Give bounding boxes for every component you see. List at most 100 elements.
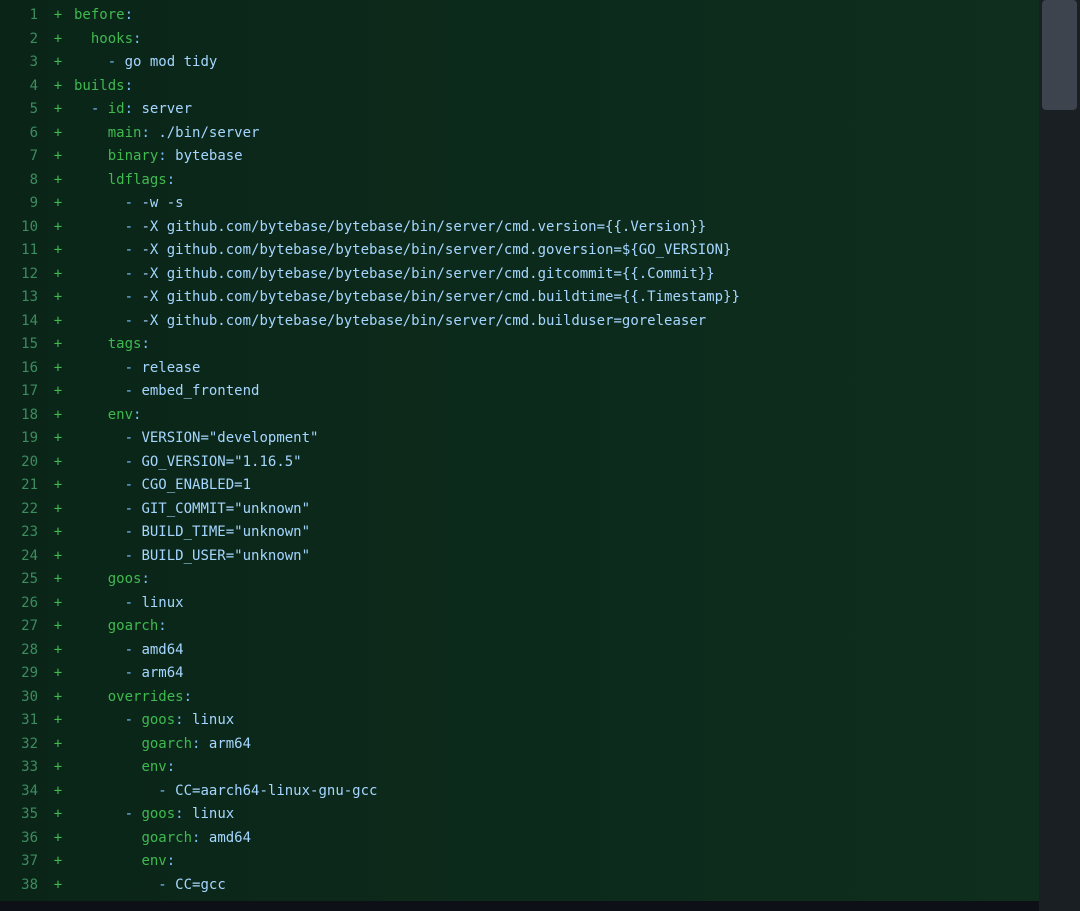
code-token — [74, 101, 91, 117]
diff-marker-added: + — [48, 756, 68, 780]
code-token — [74, 31, 91, 47]
code-line[interactable]: - -X github.com/bytebase/bytebase/bin/se… — [74, 310, 1039, 334]
code-line[interactable]: - CC=gcc — [74, 874, 1039, 898]
code-token: -X github.com/bytebase/bytebase/bin/serv… — [141, 219, 706, 235]
code-token: - — [125, 195, 133, 211]
diff-marker-added: + — [48, 498, 68, 522]
code-token: tags — [108, 336, 142, 352]
diff-marker-added: + — [48, 803, 68, 827]
code-token: overrides — [108, 689, 184, 705]
line-number: 23 — [4, 521, 38, 545]
code-line[interactable]: - GO_VERSION="1.16.5" — [74, 451, 1039, 475]
code-token — [200, 736, 208, 752]
code-token: linux — [192, 712, 234, 728]
code-line[interactable]: - -X github.com/bytebase/bytebase/bin/se… — [74, 286, 1039, 310]
code-token: GIT_COMMIT="unknown" — [141, 501, 310, 517]
code-token: VERSION="development" — [141, 430, 318, 446]
diff-marker-added: + — [48, 380, 68, 404]
diff-marker-added: + — [48, 51, 68, 75]
code-line[interactable]: - id: server — [74, 98, 1039, 122]
diff-marker-added: + — [48, 474, 68, 498]
code-line[interactable]: - BUILD_USER="unknown" — [74, 545, 1039, 569]
code-line[interactable]: - GIT_COMMIT="unknown" — [74, 498, 1039, 522]
code-line[interactable]: tags: — [74, 333, 1039, 357]
code-token: goos — [141, 806, 175, 822]
code-line[interactable]: - CC=aarch64-linux-gnu-gcc — [74, 780, 1039, 804]
code-line[interactable]: hooks: — [74, 28, 1039, 52]
code-line[interactable]: builds: — [74, 75, 1039, 99]
code-line[interactable]: - embed_frontend — [74, 380, 1039, 404]
code-token: hooks — [91, 31, 133, 47]
code-line[interactable]: - release — [74, 357, 1039, 381]
code-line[interactable]: - BUILD_TIME="unknown" — [74, 521, 1039, 545]
code-token: : — [158, 618, 166, 634]
line-number: 36 — [4, 827, 38, 851]
code-token: BUILD_TIME="unknown" — [141, 524, 310, 540]
code-token: amd64 — [209, 830, 251, 846]
code-token — [74, 689, 108, 705]
code-token: env — [141, 759, 166, 775]
code-line[interactable]: - -X github.com/bytebase/bytebase/bin/se… — [74, 216, 1039, 240]
code-line[interactable]: - goos: linux — [74, 709, 1039, 733]
code-token: goarch — [141, 736, 192, 752]
diff-marker-added: + — [48, 357, 68, 381]
code-token — [74, 642, 125, 658]
code-line[interactable]: env: — [74, 756, 1039, 780]
code-line[interactable]: env: — [74, 404, 1039, 428]
code-token: : — [184, 689, 192, 705]
line-number: 7 — [4, 145, 38, 169]
code-token: : — [175, 712, 183, 728]
code-line[interactable]: - arm64 — [74, 662, 1039, 686]
code-token — [167, 783, 175, 799]
code-line[interactable]: - goos: linux — [74, 803, 1039, 827]
line-number: 14 — [4, 310, 38, 334]
code-token — [74, 783, 158, 799]
line-number: 35 — [4, 803, 38, 827]
code-token: -X github.com/bytebase/bytebase/bin/serv… — [141, 313, 706, 329]
code-token: : — [175, 806, 183, 822]
diff-marker-added: + — [48, 427, 68, 451]
code-line[interactable]: goarch: arm64 — [74, 733, 1039, 757]
vertical-scrollbar-track[interactable] — [1039, 0, 1080, 911]
line-number: 25 — [4, 568, 38, 592]
code-line[interactable]: goarch: — [74, 615, 1039, 639]
code-token: - — [125, 313, 133, 329]
diff-marker-added: + — [48, 239, 68, 263]
code-token — [74, 148, 108, 164]
line-number: 2 — [4, 28, 38, 52]
code-line[interactable]: ldflags: — [74, 169, 1039, 193]
code-token — [184, 806, 192, 822]
code-line[interactable]: - amd64 — [74, 639, 1039, 663]
code-token — [74, 266, 125, 282]
code-line[interactable]: overrides: — [74, 686, 1039, 710]
code-token: - — [158, 783, 166, 799]
code-line[interactable]: env: — [74, 850, 1039, 874]
code-line[interactable]: - VERSION="development" — [74, 427, 1039, 451]
code-token: - — [125, 242, 133, 258]
code-line[interactable]: goos: — [74, 568, 1039, 592]
code-token: ldflags — [108, 172, 167, 188]
code-line[interactable]: binary: bytebase — [74, 145, 1039, 169]
line-number: 6 — [4, 122, 38, 146]
code-line[interactable]: - -w -s — [74, 192, 1039, 216]
code-line[interactable]: - linux — [74, 592, 1039, 616]
line-number: 34 — [4, 780, 38, 804]
code-token: - — [125, 501, 133, 517]
code-line[interactable]: - -X github.com/bytebase/bytebase/bin/se… — [74, 239, 1039, 263]
code-token: : — [167, 853, 175, 869]
code-token — [74, 336, 108, 352]
code-token — [74, 830, 141, 846]
code-line[interactable]: main: ./bin/server — [74, 122, 1039, 146]
code-line[interactable]: goarch: amd64 — [74, 827, 1039, 851]
code-token — [74, 477, 125, 493]
vertical-scrollbar-thumb[interactable] — [1042, 0, 1077, 110]
code-token: : — [125, 78, 133, 94]
code-line[interactable]: - go mod tidy — [74, 51, 1039, 75]
code-token: - — [125, 430, 133, 446]
code-line[interactable]: before: — [74, 4, 1039, 28]
code-token: : — [133, 407, 141, 423]
code-line[interactable]: - CGO_ENABLED=1 — [74, 474, 1039, 498]
code-line[interactable]: - -X github.com/bytebase/bytebase/bin/se… — [74, 263, 1039, 287]
line-number: 22 — [4, 498, 38, 522]
code-content[interactable]: before: hooks: - go mod tidybuilds: - id… — [68, 0, 1039, 901]
